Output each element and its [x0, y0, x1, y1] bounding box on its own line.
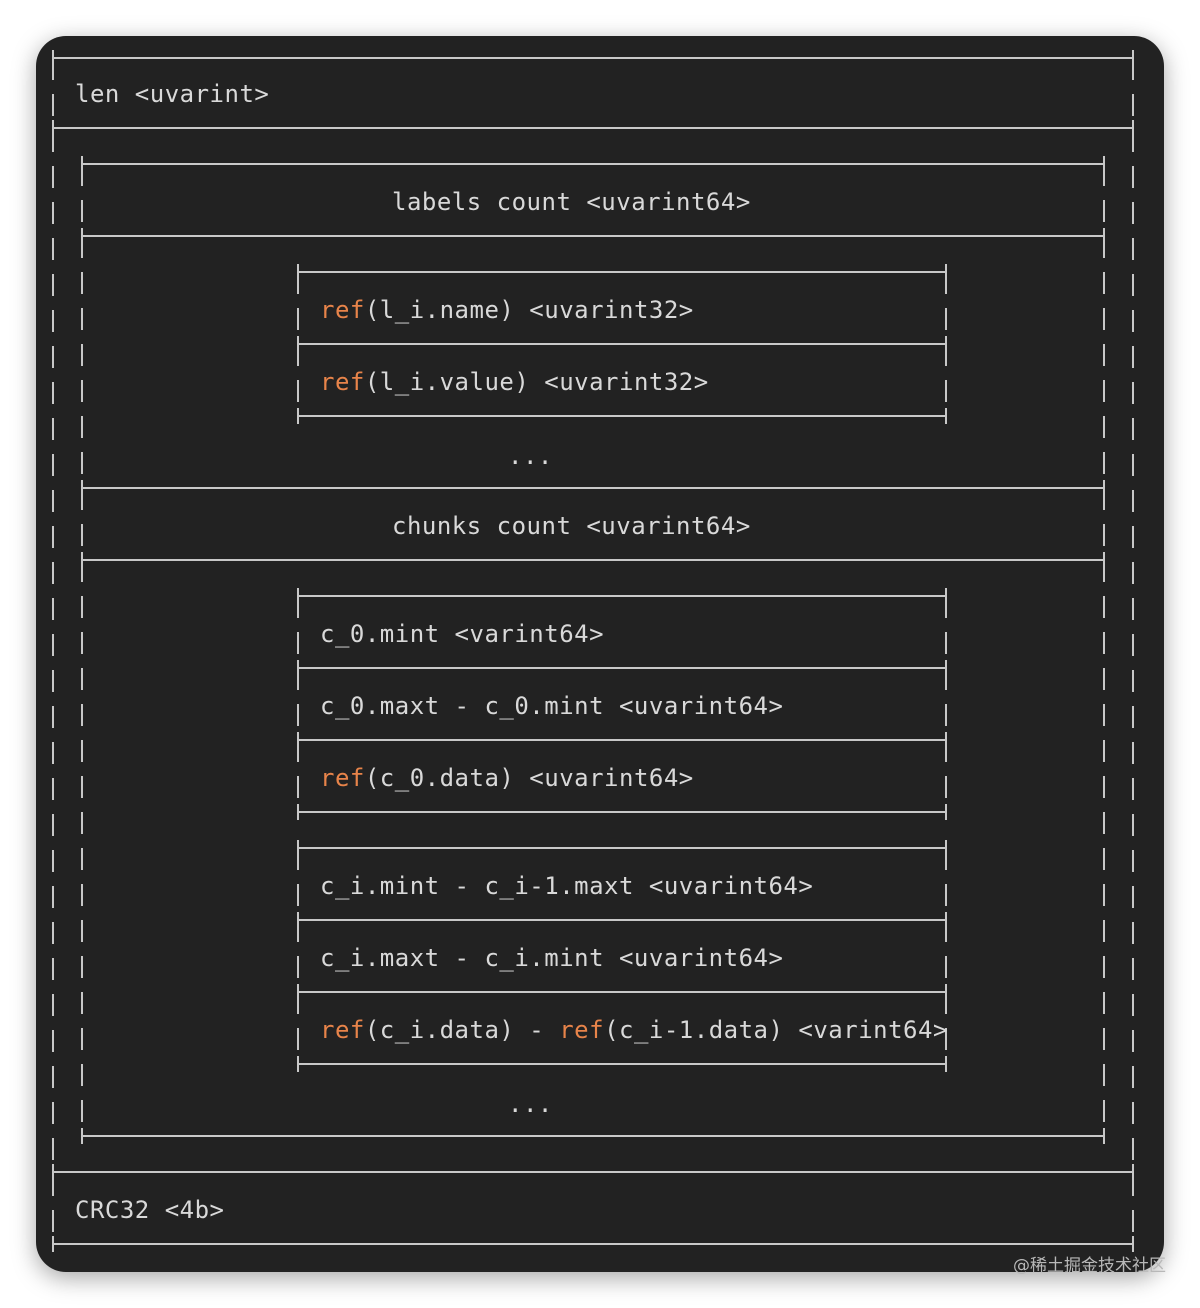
chunk0-mint: c_0.mint <varint64> — [320, 620, 605, 648]
chunk0-data-rest: (c_0.data) <uvarint64> — [364, 764, 694, 792]
chunk0-maxt: c_0.maxt - c_0.mint <uvarint64> — [320, 692, 784, 720]
len-field-label: len <uvarint> — [75, 80, 270, 108]
labels-count-label: labels count <uvarint64> — [392, 188, 751, 216]
chunki-data: ref(c_i.data) - ref(c_i-1.data) <varint6… — [320, 1014, 948, 1046]
box-diagram — [52, 50, 1134, 1252]
chunki-mint: c_i.mint - c_i-1.maxt <uvarint64> — [320, 872, 814, 900]
ref-keyword: ref — [559, 1016, 605, 1044]
label-ref-value-rest: (l_i.value) <uvarint32> — [364, 368, 709, 396]
labels-ellipsis: ... — [508, 442, 553, 470]
chunki-data-middle: (c_i.data) - — [364, 1016, 560, 1044]
label-ref-name: ref(l_i.name) <uvarint32> — [320, 294, 694, 326]
watermark: @稀土掘金技术社区 — [1013, 1256, 1166, 1276]
chunki-data-rest: (c_i-1.data) <varint64> — [604, 1016, 948, 1044]
terminal-window: len <uvarint> labels count <uvarint64> r… — [36, 36, 1164, 1272]
chunki-maxt: c_i.maxt - c_i.mint <uvarint64> — [320, 944, 784, 972]
ref-keyword: ref — [320, 296, 365, 324]
ref-keyword: ref — [320, 368, 365, 396]
label-ref-name-rest: (l_i.name) <uvarint32> — [364, 296, 694, 324]
chunks-ellipsis: ... — [508, 1090, 553, 1118]
ref-keyword: ref — [320, 1016, 365, 1044]
label-ref-value: ref(l_i.value) <uvarint32> — [320, 366, 709, 398]
chunks-count-label: chunks count <uvarint64> — [392, 512, 751, 540]
ref-keyword: ref — [320, 764, 365, 792]
chunk0-data: ref(c_0.data) <uvarint64> — [320, 762, 694, 794]
crc-field-label: CRC32 <4b> — [75, 1196, 225, 1224]
